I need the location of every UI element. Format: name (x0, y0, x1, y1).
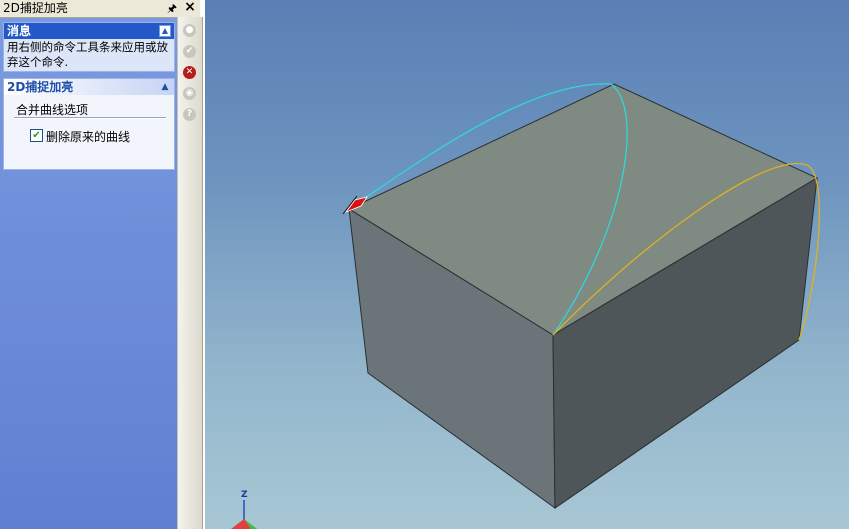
panel-title-bar: 2D捕捉加亮 🖈 × (0, 0, 200, 18)
task-panel: 2D捕捉加亮 🖈 × 消息 ▲ 用右侧的命令工具条来应用或放弃这个命令. 2D捕… (0, 0, 200, 529)
message-group: 消息 ▲ 用右侧的命令工具条来应用或放弃这个命令. (3, 22, 175, 72)
3d-viewport[interactable]: Z (205, 0, 849, 529)
chevron-up-icon[interactable]: ▲ (160, 81, 170, 93)
options-header-label: 2D捕捉加亮 (7, 80, 74, 94)
delete-original-label[interactable]: 删除原来的曲线 (46, 128, 130, 145)
pin-icon[interactable]: 🖈 (166, 0, 178, 17)
cancel-icon[interactable]: ✕ (183, 66, 196, 79)
ok-icon[interactable]: ✔ (183, 45, 196, 58)
close-icon[interactable]: × (183, 0, 197, 16)
panel-title: 2D捕捉加亮 (3, 1, 68, 15)
delete-original-checkbox[interactable]: ✔ (30, 129, 43, 142)
message-header-label: 消息 (7, 24, 32, 38)
message-header[interactable]: 消息 (4, 23, 174, 39)
help-icon[interactable]: ? (183, 108, 196, 121)
message-text: 用右侧的命令工具条来应用或放弃这个命令. (7, 40, 168, 69)
options-header[interactable]: 2D捕捉加亮 (4, 79, 174, 95)
preview-icon[interactable]: ◉ (183, 87, 196, 100)
merge-curve-options-label: 合并曲线选项 (16, 103, 89, 117)
axis-z-label: Z (241, 490, 248, 500)
options-group: 2D捕捉加亮 ▲ 合并曲线选项 ✔ 删除原来的曲线 (3, 78, 175, 170)
apply-icon[interactable]: ● (183, 24, 196, 37)
section-divider (14, 117, 166, 119)
command-toolbar: ● ✔ ✕ ◉ ? (177, 17, 203, 529)
axis-triad (231, 500, 257, 529)
collapse-up-icon[interactable]: ▲ (159, 25, 171, 37)
scene (231, 83, 820, 529)
